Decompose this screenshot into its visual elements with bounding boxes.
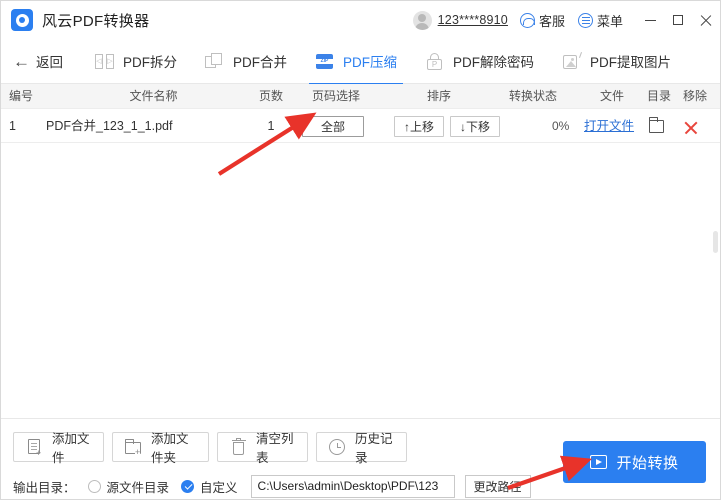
cell-pages: 1 xyxy=(267,119,275,133)
tab-pdf-merge[interactable]: PDF合并 xyxy=(191,39,301,84)
minimize-icon xyxy=(644,19,656,21)
start-conversion-label: 开始转换 xyxy=(616,454,679,472)
brand: 风云PDF转换器 xyxy=(11,9,149,31)
minimize-button[interactable] xyxy=(636,1,664,39)
radio-custom-directory[interactable]: 自定义 xyxy=(181,477,238,496)
radio-knob-checked xyxy=(181,479,195,493)
play-box-icon xyxy=(590,455,608,469)
clock-history-icon xyxy=(328,438,347,457)
avatar[interactable] xyxy=(412,10,432,30)
merge-icon xyxy=(205,52,224,71)
nav-tab-bar: ← 返回 ◁ ▷ PDF拆分 PDF合并 ZIP PDF压缩 P PDF解除密码… xyxy=(1,39,720,85)
button-label: 添加文件 xyxy=(52,432,90,465)
arrow-left-icon: ← xyxy=(13,51,30,71)
tab-label: PDF压缩 xyxy=(343,55,397,70)
tab-label: PDF提取图片 xyxy=(590,55,671,70)
start-conversion-button[interactable]: 开始转换 xyxy=(563,441,706,483)
tab-pdf-extract-image[interactable]: PDF提取图片 xyxy=(548,39,685,84)
radio-knob xyxy=(87,479,101,493)
header-pages: 页数 xyxy=(258,89,283,103)
split-icon: ◁ ▷ xyxy=(95,52,114,71)
close-button[interactable] xyxy=(692,1,720,39)
app-window: 风云PDF转换器 123****8910 客服 菜单 ← 返回 ◁ ▷ PDF拆… xyxy=(0,0,721,500)
support-label: 客服 xyxy=(538,13,565,29)
tab-pdf-unlock[interactable]: P PDF解除密码 xyxy=(411,39,548,84)
header-status: 转换状态 xyxy=(508,89,557,103)
title-bar-right: 123****8910 客服 菜单 xyxy=(412,1,720,39)
button-label: 添加文件夹 xyxy=(151,432,189,465)
header-remove: 移除 xyxy=(682,89,707,103)
tab-label: PDF拆分 xyxy=(123,55,177,70)
menu-label: 菜单 xyxy=(596,13,623,29)
cell-filename: PDF合并_123_1_1.pdf xyxy=(46,119,173,133)
circle-dot-logo-icon xyxy=(11,9,33,31)
folder-icon[interactable] xyxy=(648,117,664,133)
image-extract-icon xyxy=(562,51,582,71)
scrollbar-thumb[interactable] xyxy=(713,231,718,253)
document-add-icon: + xyxy=(25,438,44,457)
account-link[interactable]: 123****8910 xyxy=(438,13,508,27)
menu-button[interactable]: 菜单 xyxy=(577,11,623,30)
cell-index: 1 xyxy=(9,119,16,133)
button-label: 清空列表 xyxy=(256,432,294,465)
history-button[interactable]: 历史记录 xyxy=(316,432,407,465)
output-path-input[interactable]: C:\Users\admin\Desktop\PDF\123 xyxy=(250,474,455,498)
list-menu-icon xyxy=(577,12,593,28)
headset-icon xyxy=(519,12,535,28)
header-directory: 目录 xyxy=(646,89,671,103)
window-controls xyxy=(636,1,720,39)
table-header: 编号 文件名称 页数 页码选择 排序 转换状态 文件 目录 移除 xyxy=(1,84,720,109)
radio-label: 源文件目录 xyxy=(106,480,170,495)
header-page-select: 页码选择 xyxy=(311,89,360,103)
radio-source-directory[interactable]: 源文件目录 xyxy=(87,477,170,496)
move-up-button[interactable]: ↑上移 xyxy=(394,116,445,137)
file-list-area xyxy=(1,143,720,418)
header-file: 文件 xyxy=(599,89,624,103)
change-path-button[interactable]: 更改路径 xyxy=(464,474,531,498)
header-index: 编号 xyxy=(9,89,34,103)
page-select-button[interactable]: 全部 xyxy=(302,116,364,137)
close-icon xyxy=(700,14,712,26)
radio-label: 自定义 xyxy=(200,480,238,495)
tab-pdf-compress[interactable]: ZIP PDF压缩 xyxy=(301,39,411,85)
progress-percent: 0% xyxy=(552,119,570,133)
maximize-button[interactable] xyxy=(664,1,692,39)
add-folder-button[interactable]: + 添加文件夹 xyxy=(112,432,209,465)
title-bar: 风云PDF转换器 123****8910 客服 菜单 xyxy=(1,1,720,39)
tab-label: PDF解除密码 xyxy=(453,55,534,70)
clear-list-button[interactable]: 清空列表 xyxy=(217,432,308,465)
button-label: 历史记录 xyxy=(355,432,393,465)
zip-compress-icon: ZIP xyxy=(315,52,334,71)
output-label: 输出目录： xyxy=(13,480,76,495)
trash-icon xyxy=(229,437,248,457)
tab-pdf-split[interactable]: ◁ ▷ PDF拆分 xyxy=(81,39,191,84)
progress-bar xyxy=(474,125,546,129)
folder-add-icon: + xyxy=(124,438,143,457)
table-row: 1 PDF合并_123_1_1.pdf 1 全部 ↑上移 ↓下移 0% 打开文件 xyxy=(1,109,720,143)
header-filename: 文件名称 xyxy=(129,89,178,103)
maximize-icon xyxy=(673,15,683,25)
support-button[interactable]: 客服 xyxy=(519,11,565,30)
add-file-button[interactable]: + 添加文件 xyxy=(13,432,104,465)
tab-label: PDF合并 xyxy=(233,55,287,70)
app-title: 风云PDF转换器 xyxy=(42,12,150,30)
back-label: 返回 xyxy=(36,55,63,70)
close-x-icon[interactable] xyxy=(684,120,698,134)
lock-p-icon: P xyxy=(425,52,444,71)
open-file-link[interactable]: 打开文件 xyxy=(584,109,634,143)
back-button[interactable]: ← 返回 xyxy=(13,51,63,71)
